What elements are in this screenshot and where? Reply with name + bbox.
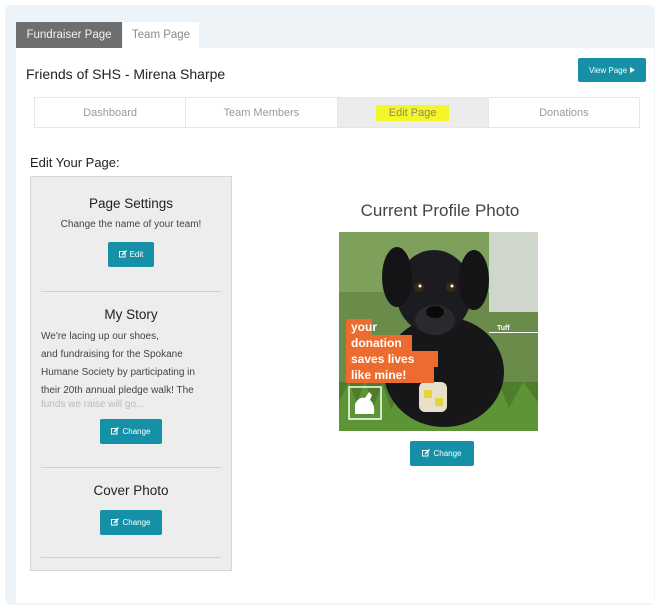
edit-sidebar: Page Settings Change the name of your te… (30, 176, 232, 571)
section-divider (41, 467, 221, 468)
change-button-label: Change (122, 427, 151, 436)
profile-photo: Tuff your donation saves lives like mine… (339, 232, 538, 431)
edit-icon (118, 249, 127, 260)
page-settings-title: Page Settings (88, 196, 174, 211)
profile-photo-change-button[interactable]: Change (410, 441, 474, 466)
subnav-team-members[interactable]: Team Members (186, 98, 338, 127)
subnav-dashboard[interactable]: Dashboard (35, 98, 187, 127)
subnav: Dashboard Team Members Edit Page Donatio… (34, 97, 640, 128)
story-line: and fundraising for the Spokane (41, 349, 183, 360)
dog-name-label: Tuff (497, 325, 510, 332)
overlay-line: like mine! (351, 368, 406, 382)
my-story-change-button[interactable]: Change (100, 419, 162, 444)
edit-button[interactable]: Edit (108, 242, 154, 267)
play-right-icon (630, 66, 636, 75)
edit-button-label: Edit (129, 250, 144, 259)
subnav-edit-page-label: Edit Page (375, 104, 450, 121)
page-title: Friends of SHS - Mirena Sharpe (26, 66, 226, 82)
overlay-line: donation (351, 336, 402, 350)
subnav-donations[interactable]: Donations (488, 98, 639, 127)
tab-team-page[interactable]: Team Page (123, 22, 199, 48)
edit-icon (111, 517, 120, 528)
overlay-line: saves lives (351, 352, 415, 366)
section-divider (41, 557, 221, 558)
cover-photo-title: Cover Photo (93, 483, 169, 498)
section-divider (41, 291, 221, 292)
edit-icon (111, 426, 120, 437)
subnav-edit-page[interactable]: Edit Page (337, 98, 489, 127)
cover-photo-change-button[interactable]: Change (100, 510, 162, 535)
page-settings-subtitle: Change the name of your team! (60, 219, 202, 230)
tab-fundraiser-page[interactable]: Fundraiser Page (16, 22, 122, 48)
my-story-text: We're lacing up our shoes, and fundraisi… (41, 328, 226, 412)
overlay-line: your (351, 320, 377, 334)
change-button-label: Change (122, 518, 151, 527)
change-button-label: Change (433, 449, 462, 458)
story-line: We're lacing up our shoes, (41, 331, 159, 342)
story-line: funds we raise will go... (41, 399, 145, 410)
current-profile-photo-title: Current Profile Photo (360, 201, 520, 220)
my-story-title: My Story (104, 307, 158, 322)
view-page-label: View Page (588, 65, 628, 75)
view-page-button[interactable]: View Page (578, 58, 646, 82)
story-line: Humane Society by participating in (41, 367, 195, 378)
edit-icon (422, 448, 431, 459)
edit-heading: Edit Your Page: (30, 155, 120, 170)
